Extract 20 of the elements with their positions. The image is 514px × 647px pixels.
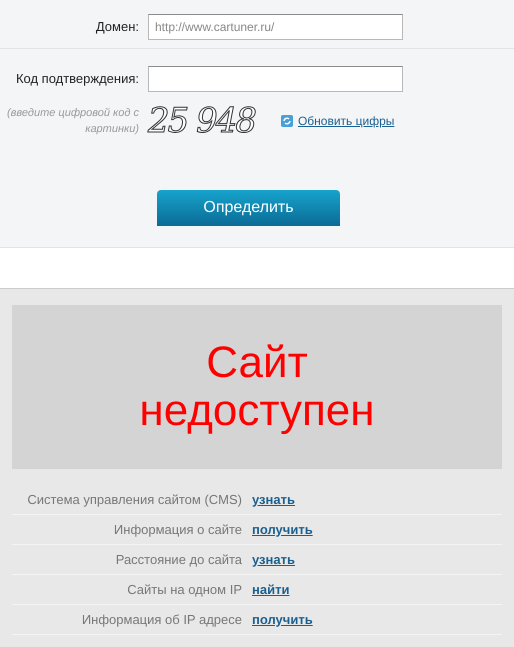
info-label: Сайты на одном IP — [126, 580, 243, 599]
action-link[interactable]: найти — [252, 580, 290, 600]
action-link[interactable]: получить — [252, 520, 313, 540]
info-label: Информация о сайте — [112, 520, 243, 539]
refresh-icon — [280, 115, 293, 127]
info-label: Система управления сайтом (CMS) — [26, 490, 243, 509]
action-link[interactable]: узнать — [252, 490, 295, 510]
action-link[interactable]: узнать — [252, 550, 295, 570]
field-label: Домен: — [94, 18, 140, 36]
hint-text: (введите цифровой код с картинки) — [6, 106, 140, 137]
info-label: Информация об IP адресе — [80, 610, 243, 629]
refresh-link[interactable]: Обновить цифры — [298, 112, 394, 130]
domain-field[interactable]: http://www.cartuner.ru/ — [148, 14, 403, 40]
status-message: Сайт недоступен — [138, 338, 376, 436]
info-label: Расстояние до сайта — [114, 550, 243, 569]
submit-button[interactable]: Определить — [157, 190, 340, 226]
action-link[interactable]: получить — [252, 610, 313, 630]
code-field[interactable] — [148, 66, 403, 92]
field-label: Код подтверждения: — [14, 70, 140, 88]
captcha-image: 25 948 — [148, 104, 255, 138]
